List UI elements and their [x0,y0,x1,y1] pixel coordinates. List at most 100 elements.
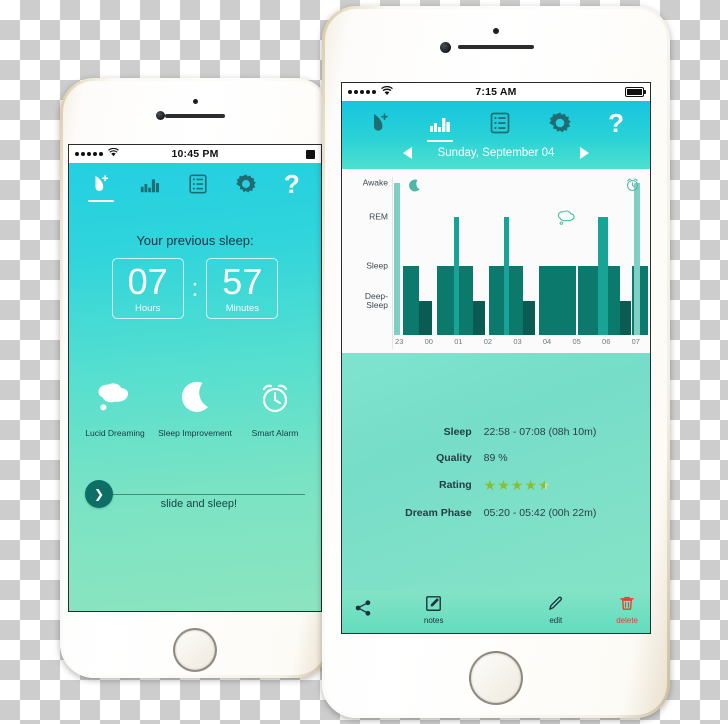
chart-bar [577,266,598,335]
chart-plot-area: 23 00 01 02 03 04 05 06 07 [392,177,649,349]
chart-y-label: Sleep [366,260,388,271]
phone-left-screen: 10:45 PM ? Your previous sleep: 07 Hours… [68,144,322,612]
signal-dot [75,152,79,156]
detail-label: Quality [436,451,472,464]
battery-icon [625,87,646,97]
chart-bar [522,301,536,335]
sidebar-item-settings[interactable] [548,111,572,135]
detail-row: Sleep 22:58 - 07:08 (08h 10m) [342,426,650,438]
sleep-chart: Awake REM Sleep Deep- Sleep 23 00 01 02 03 04 05 06… [342,169,650,353]
delete-button[interactable]: delete [616,595,638,625]
home-button[interactable] [469,651,523,705]
chart-y-label: Deep- Sleep [364,291,388,310]
status-time: 10:45 PM [171,148,219,160]
slide-to-sleep[interactable]: ❯ slide and sleep! [85,480,305,510]
wifi-icon [108,147,119,160]
question-mark-icon: ? [608,108,624,138]
sleep-stats-screen: 7:15 AM ? Sunday, September 04 Awake REM… [342,83,650,633]
alarm-clock-icon [258,384,292,419]
status-right [517,87,646,97]
leaf-plus-icon [90,173,112,195]
sidebar-item-list[interactable] [187,173,209,195]
status-time: 7:15 AM [475,86,517,98]
chart-y-label: REM [369,211,388,222]
sidebar-item-settings[interactable] [235,173,257,195]
status-left [75,147,171,160]
detail-row: Dream Phase 05:20 - 05:42 (00h 22m) [342,507,650,519]
detail-value: ★★★★★★ [484,478,650,493]
chart-x-tick: 04 [542,337,552,346]
signal-dot [87,152,91,156]
thought-cloud-icon [557,209,577,231]
sleep-home-screen: 10:45 PM ? Your previous sleep: 07 Hours… [69,145,321,611]
hours-box: 07 Hours [111,258,184,320]
detail-label: Dream Phase [405,506,472,519]
signal-dot [99,152,103,156]
note-edit-icon [425,595,442,614]
status-right [219,149,315,159]
pencil-icon [547,595,564,614]
status-left [348,85,475,99]
signal-dot [93,152,97,156]
edit-label: edit [549,616,563,625]
chart-x-tick: 01 [454,337,463,346]
slider-track [113,493,305,495]
phone-right: 7:15 AM ? Sunday, September 04 Awake REM… [322,6,670,718]
list-icon [187,173,209,195]
thought-cloud-icon [95,383,135,419]
hours-label: Hours [134,303,161,315]
chart-bar [538,266,576,335]
front-camera-icon [440,42,451,53]
chart-bar [597,217,608,335]
proximity-sensor-icon [493,28,499,34]
chart-bar [620,301,632,335]
chart-y-label: Awake [362,177,388,188]
slider-knob[interactable]: ❯ [85,480,113,509]
detail-value: 05:20 - 05:42 (00h 22m) [483,506,597,519]
sidebar-item-list[interactable] [488,111,512,135]
front-camera-icon [156,111,165,120]
prev-day-button[interactable] [402,147,412,159]
delete-label: delete [616,616,638,625]
next-day-button[interactable] [580,147,590,159]
status-bar-right: 7:15 AM [342,83,650,101]
active-tab-underline [88,200,115,202]
minutes-box: 57 Minutes [206,258,279,320]
chart-bar [419,301,432,335]
bar-chart-icon [139,173,161,195]
signal-dot [372,90,376,94]
home-button[interactable] [173,628,217,672]
sidebar-item-help[interactable]: ? [284,171,300,197]
sidebar-item-sleep[interactable] [368,111,392,135]
action-toolbar: notes edit delete [342,591,650,633]
trash-icon [619,595,635,614]
signal-dot [366,90,370,94]
minutes-value: 57 [222,261,263,302]
proximity-sensor-icon [193,99,198,104]
wifi-icon [381,85,393,99]
sidebar-item-stats[interactable] [427,111,454,142]
feature-smart-alarm[interactable]: Smart Alarm [235,381,314,438]
leaf-plus-icon [368,111,392,135]
chart-bar [607,266,621,335]
minutes-label: Minutes [225,303,259,315]
notes-button[interactable]: notes [423,595,444,625]
notes-label: notes [423,616,444,625]
share-icon [354,599,372,619]
chart-x-tick: 00 [424,337,433,346]
chart-bar [634,183,640,335]
feature-lucid-dreaming[interactable]: Lucid Dreaming [75,381,154,438]
sidebar-item-help[interactable]: ? [608,108,624,138]
feature-label: Smart Alarm [251,428,299,439]
rating-stars: ★★★★★★ [483,476,552,493]
feature-sleep-improvement[interactable]: Sleep Improvement [155,381,234,438]
share-button[interactable] [354,599,372,621]
chart-bar [458,266,473,335]
sidebar-item-sleep[interactable] [88,173,115,202]
page-title: Your previous sleep: [136,233,254,248]
detail-label: Sleep [443,425,472,438]
edit-button[interactable]: edit [547,595,564,625]
chart-x-tick: 06 [602,337,611,346]
sidebar-item-stats[interactable] [139,173,161,195]
active-tab-underline [427,140,454,142]
